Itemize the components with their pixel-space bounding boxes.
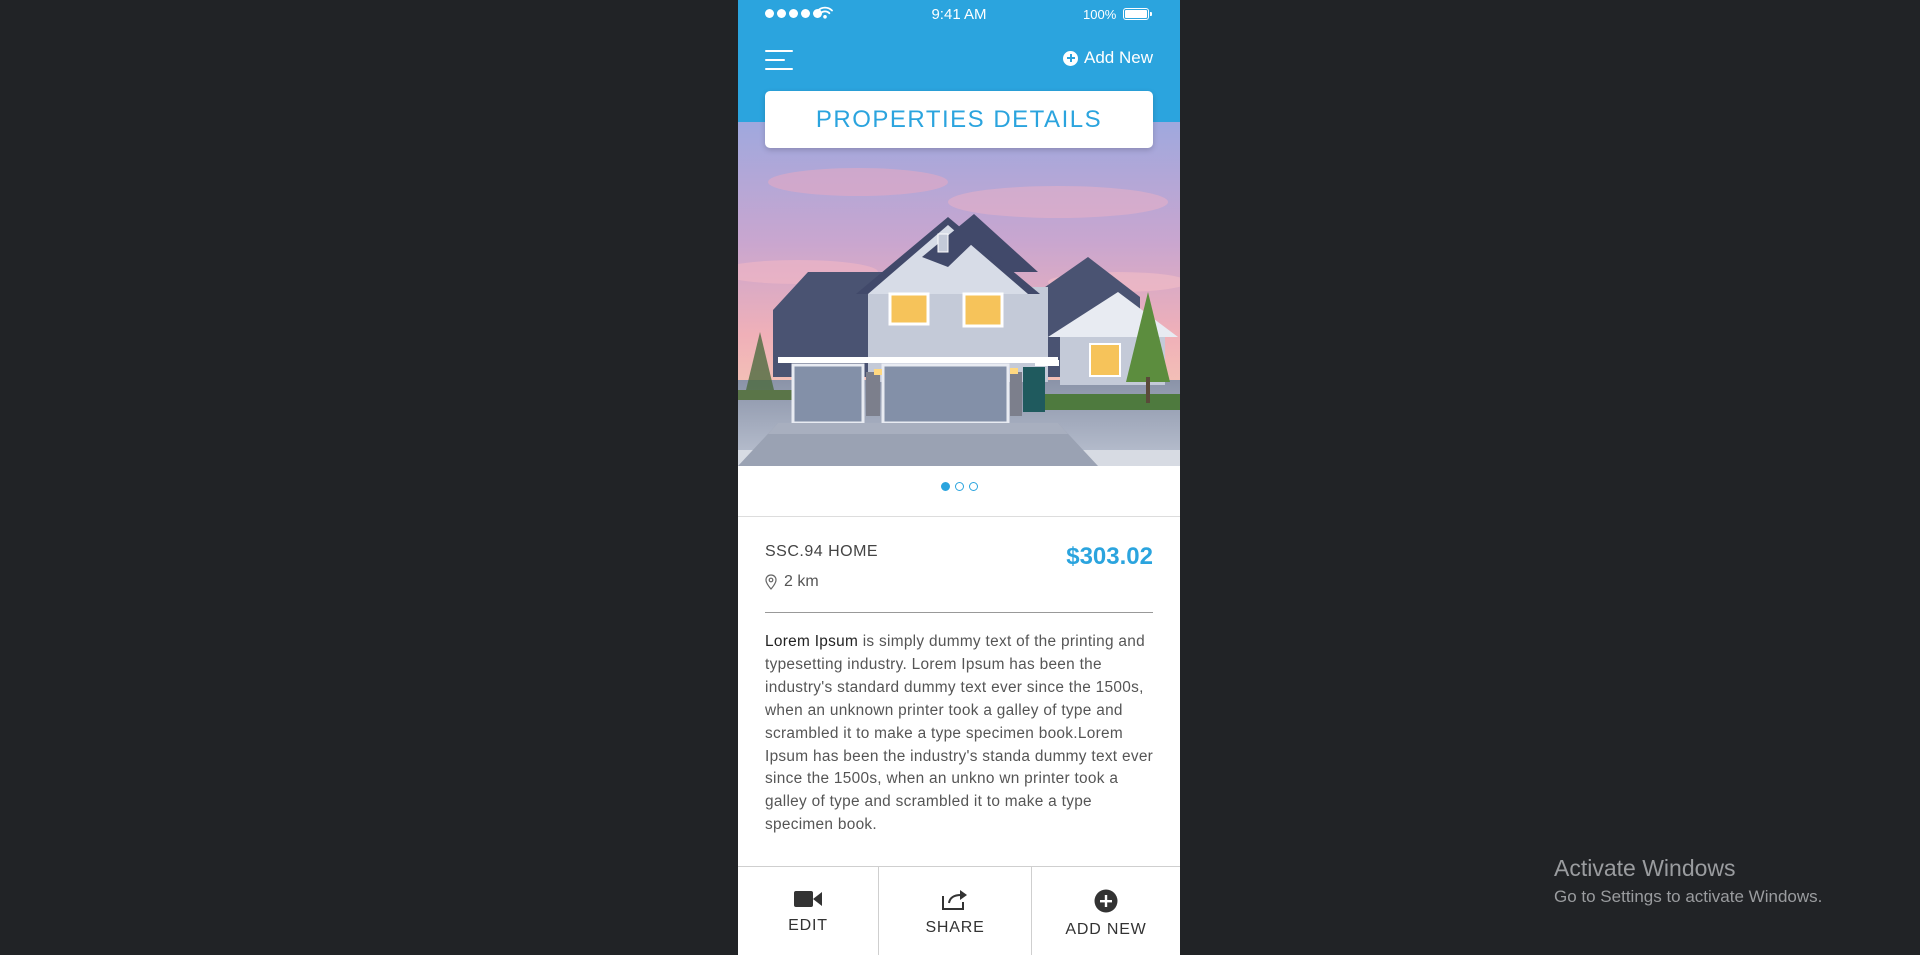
description-body: is simply dummy text of the printing and… (765, 633, 1154, 834)
page-title: PROPERTIES DETAILS (765, 91, 1153, 148)
edit-label: EDIT (788, 917, 828, 934)
add-new-button[interactable]: Add New (1063, 48, 1153, 68)
share-button[interactable]: SHARE (878, 867, 1031, 955)
carousel-indicator (738, 482, 1180, 491)
watermark-subtitle: Go to Settings to activate Windows. (1554, 887, 1823, 906)
property-name: SSC.94 HOME (765, 543, 879, 560)
share-icon (942, 890, 967, 910)
description-lead: Lorem Ipsum (765, 633, 859, 650)
carousel-dot[interactable] (968, 482, 978, 491)
distance-value: 2 km (784, 573, 819, 590)
bottom-action-bar: EDIT SHARE ADD NEW (738, 866, 1180, 955)
property-photo[interactable] (738, 122, 1180, 466)
phone-screen: 9:41 AM 100% Add New PROPERTIES DETAILS (738, 0, 1180, 955)
section-separator (738, 516, 1180, 517)
plus-circle-icon (1094, 889, 1118, 913)
divider (765, 612, 1153, 613)
bottom-add-new-button[interactable]: ADD NEW (1031, 867, 1180, 955)
add-new-label: Add New (1084, 48, 1153, 67)
property-price: $303.02 (1066, 543, 1153, 570)
plus-circle-icon (1063, 50, 1079, 66)
battery-icon (1123, 8, 1152, 20)
location-pin-icon (765, 574, 777, 590)
carousel-dot[interactable] (940, 482, 950, 491)
carousel-dot[interactable] (954, 482, 964, 491)
add-new-label: ADD NEW (1065, 921, 1147, 938)
share-label: SHARE (925, 919, 985, 936)
windows-activation-watermark: Activate Windows Go to Settings to activ… (1554, 855, 1822, 907)
battery-percentage: 100% (1083, 7, 1117, 22)
menu-icon[interactable] (765, 50, 793, 70)
property-description: Lorem Ipsum is simply dummy text of the … (765, 631, 1157, 837)
status-bar: 9:41 AM 100% (738, 0, 1180, 28)
edit-button[interactable]: EDIT (738, 867, 878, 955)
property-distance: 2 km (765, 573, 819, 591)
video-camera-icon (794, 891, 822, 907)
watermark-title: Activate Windows (1554, 855, 1736, 881)
